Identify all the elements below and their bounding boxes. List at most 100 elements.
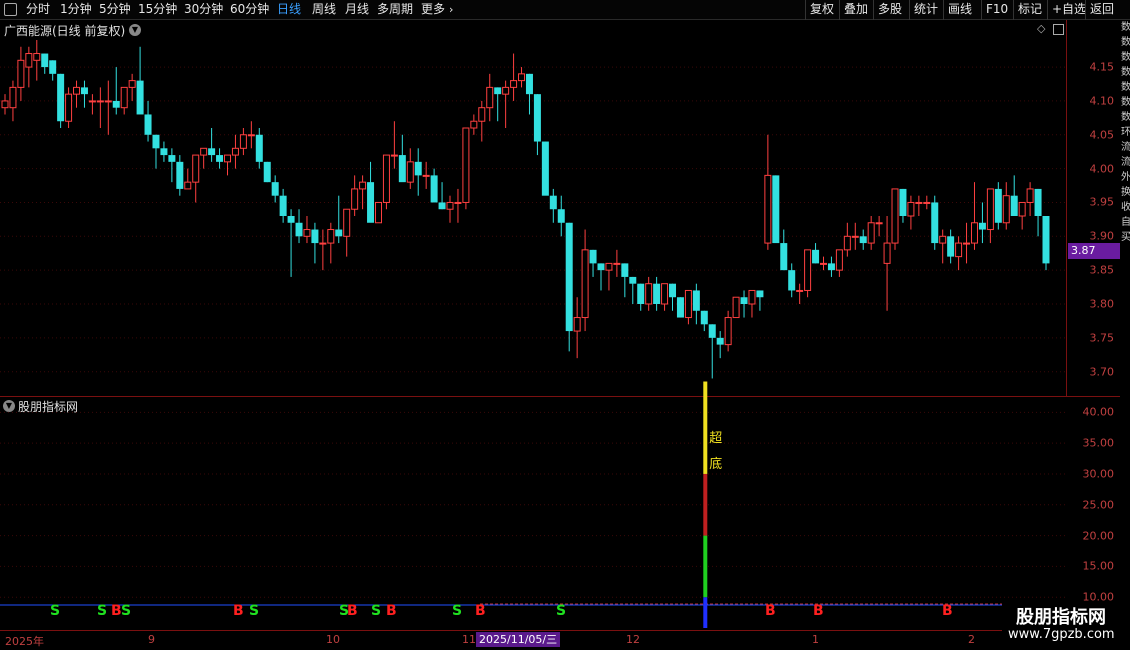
- candle-body[interactable]: [661, 283, 669, 305]
- candle-body[interactable]: [1, 100, 9, 109]
- candle-body[interactable]: [88, 100, 96, 103]
- candle-body[interactable]: [970, 222, 978, 244]
- candle-body[interactable]: [629, 276, 637, 284]
- candle-body[interactable]: [907, 201, 915, 217]
- candle-body[interactable]: [573, 317, 581, 332]
- candle-body[interactable]: [239, 134, 247, 149]
- candle-body[interactable]: [25, 53, 33, 68]
- candle-body[interactable]: [382, 154, 390, 203]
- candle-body[interactable]: [812, 249, 820, 264]
- candle-body[interactable]: [613, 262, 621, 265]
- candle-body[interactable]: [835, 249, 843, 271]
- candle-body[interactable]: [57, 73, 65, 122]
- candle-body[interactable]: [33, 53, 41, 61]
- candle-body[interactable]: [279, 195, 287, 216]
- candle-body[interactable]: [502, 86, 510, 95]
- candle-body[interactable]: [541, 141, 549, 196]
- candle-body[interactable]: [676, 297, 684, 318]
- candle-body[interactable]: [176, 161, 184, 189]
- candle-body[interactable]: [192, 154, 200, 183]
- candle-body[interactable]: [994, 188, 1002, 223]
- candle-body[interactable]: [645, 283, 653, 305]
- candle-body[interactable]: [343, 208, 351, 237]
- candle-body[interactable]: [271, 182, 279, 196]
- candle-body[interactable]: [597, 263, 605, 271]
- candle-body[interactable]: [73, 86, 81, 95]
- candle-body[interactable]: [589, 249, 597, 264]
- candle-body[interactable]: [510, 80, 518, 88]
- candle-body[interactable]: [565, 222, 573, 332]
- candle-body[interactable]: [462, 127, 470, 203]
- candle-body[interactable]: [335, 229, 343, 237]
- candle-body[interactable]: [49, 60, 57, 74]
- candle-body[interactable]: [708, 324, 716, 338]
- candle-body[interactable]: [120, 86, 128, 109]
- candle-body[interactable]: [986, 188, 994, 231]
- candle-body[interactable]: [692, 290, 700, 311]
- candle-body[interactable]: [200, 147, 208, 156]
- candle-body[interactable]: [804, 249, 812, 291]
- candle-body[interactable]: [168, 155, 176, 162]
- candle-body[interactable]: [891, 188, 899, 244]
- candle-body[interactable]: [875, 222, 883, 225]
- candle-body[interactable]: [557, 209, 565, 223]
- candle-body[interactable]: [581, 249, 589, 319]
- candle-body[interactable]: [780, 243, 788, 271]
- candle-body[interactable]: [160, 148, 168, 156]
- candle-body[interactable]: [41, 53, 49, 68]
- candle-body[interactable]: [374, 201, 382, 224]
- candle-body[interactable]: [390, 154, 398, 157]
- candle-body[interactable]: [438, 202, 446, 210]
- candle-body[interactable]: [9, 86, 17, 109]
- candle-body[interactable]: [1034, 188, 1042, 216]
- candle-body[interactable]: [827, 263, 835, 271]
- candle-body[interactable]: [430, 175, 438, 203]
- candle-body[interactable]: [1010, 195, 1018, 216]
- candle-body[interactable]: [144, 114, 152, 135]
- candle-body[interactable]: [470, 120, 478, 129]
- candle-body[interactable]: [112, 100, 120, 108]
- candle-body[interactable]: [859, 236, 867, 244]
- candle-body[interactable]: [478, 107, 486, 122]
- candle-body[interactable]: [748, 289, 756, 305]
- candle-body[interactable]: [549, 195, 557, 210]
- candle-body[interactable]: [494, 87, 502, 95]
- candle-body[interactable]: [684, 289, 692, 319]
- candle-body[interactable]: [978, 222, 986, 230]
- candle-body[interactable]: [184, 181, 192, 190]
- candle-body[interactable]: [525, 73, 533, 95]
- candle-body[interactable]: [819, 262, 827, 265]
- candle-body[interactable]: [152, 134, 160, 149]
- candle-body[interactable]: [359, 181, 367, 190]
- candle-body[interactable]: [104, 100, 112, 103]
- candle-body[interactable]: [716, 337, 724, 345]
- candle-body[interactable]: [637, 283, 645, 304]
- candle-body[interactable]: [136, 80, 144, 115]
- candle-body[interactable]: [80, 87, 88, 95]
- candle-body[interactable]: [1026, 188, 1034, 203]
- candle-body[interactable]: [947, 236, 955, 257]
- candle-body[interactable]: [756, 290, 764, 298]
- candle-body[interactable]: [700, 310, 708, 325]
- candle-body[interactable]: [772, 175, 780, 244]
- candle-body[interactable]: [796, 289, 804, 292]
- candle-body[interactable]: [406, 161, 414, 183]
- candle-body[interactable]: [605, 262, 613, 271]
- candle-body[interactable]: [883, 242, 891, 264]
- candle-body[interactable]: [303, 229, 311, 237]
- candle-body[interactable]: [740, 297, 748, 304]
- candle-body[interactable]: [208, 148, 216, 156]
- candle-body[interactable]: [533, 94, 541, 142]
- candle-body[interactable]: [367, 182, 375, 223]
- candle-body[interactable]: [955, 242, 963, 258]
- candle-body[interactable]: [327, 229, 335, 244]
- candle-body[interactable]: [224, 154, 232, 163]
- candle-body[interactable]: [931, 202, 939, 244]
- candle-body[interactable]: [732, 296, 740, 319]
- price-chart[interactable]: 超底: [0, 0, 1130, 650]
- candle-body[interactable]: [851, 235, 859, 238]
- candle-body[interactable]: [263, 161, 271, 183]
- candle-body[interactable]: [311, 229, 319, 244]
- candle-body[interactable]: [518, 73, 526, 82]
- candle-body[interactable]: [939, 235, 947, 244]
